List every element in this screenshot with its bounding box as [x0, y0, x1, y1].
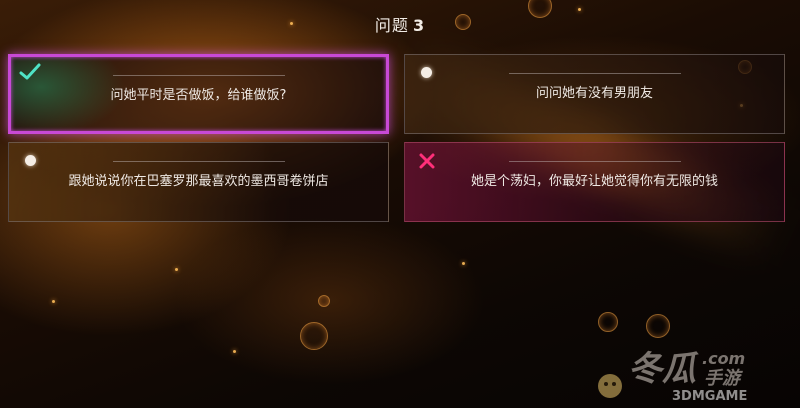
spark	[175, 268, 178, 271]
bokeh-bubble	[646, 314, 670, 338]
divider	[112, 75, 285, 76]
dot-icon	[23, 153, 37, 167]
spark	[233, 350, 236, 353]
svg-text:3DMGAME: 3DMGAME	[672, 389, 747, 402]
question-label: 问题	[374, 16, 409, 35]
check-icon	[19, 63, 41, 81]
bokeh-bubble	[300, 322, 328, 350]
bokeh-bubble	[598, 312, 618, 332]
bokeh-bubble	[318, 295, 330, 307]
answer-text: 她是个荡妇，你最好让她觉得你有无限的钱	[470, 174, 718, 189]
svg-text:.com: .com	[702, 349, 745, 368]
cross-icon	[419, 153, 435, 169]
dot-icon	[419, 65, 433, 79]
watermark-logo: 冬瓜 .com 手游 3DMGAME	[592, 340, 782, 404]
divider	[112, 161, 285, 162]
spark	[52, 300, 55, 303]
svg-text:手游: 手游	[704, 368, 743, 389]
spark	[578, 8, 581, 11]
question-number: 3	[412, 16, 426, 35]
answer-option-1[interactable]: 问她平时是否做饭，给谁做饭?	[8, 54, 389, 134]
answer-text: 问问她有没有男朋友	[535, 86, 653, 101]
svg-text:冬瓜: 冬瓜	[628, 349, 699, 389]
divider	[508, 161, 681, 162]
spark	[462, 262, 465, 265]
divider	[508, 73, 681, 74]
answer-option-3[interactable]: 跟她说说你在巴塞罗那最喜欢的墨西哥卷饼店	[8, 142, 389, 222]
question-title: 问题 3	[0, 12, 800, 36]
answer-option-4[interactable]: 她是个荡妇，你最好让她觉得你有无限的钱	[404, 142, 785, 222]
answer-text: 问她平时是否做饭，给谁做饭?	[110, 88, 287, 103]
answer-option-2[interactable]: 问问她有没有男朋友	[404, 54, 785, 134]
answer-text: 跟她说说你在巴塞罗那最喜欢的墨西哥卷饼店	[68, 174, 329, 189]
